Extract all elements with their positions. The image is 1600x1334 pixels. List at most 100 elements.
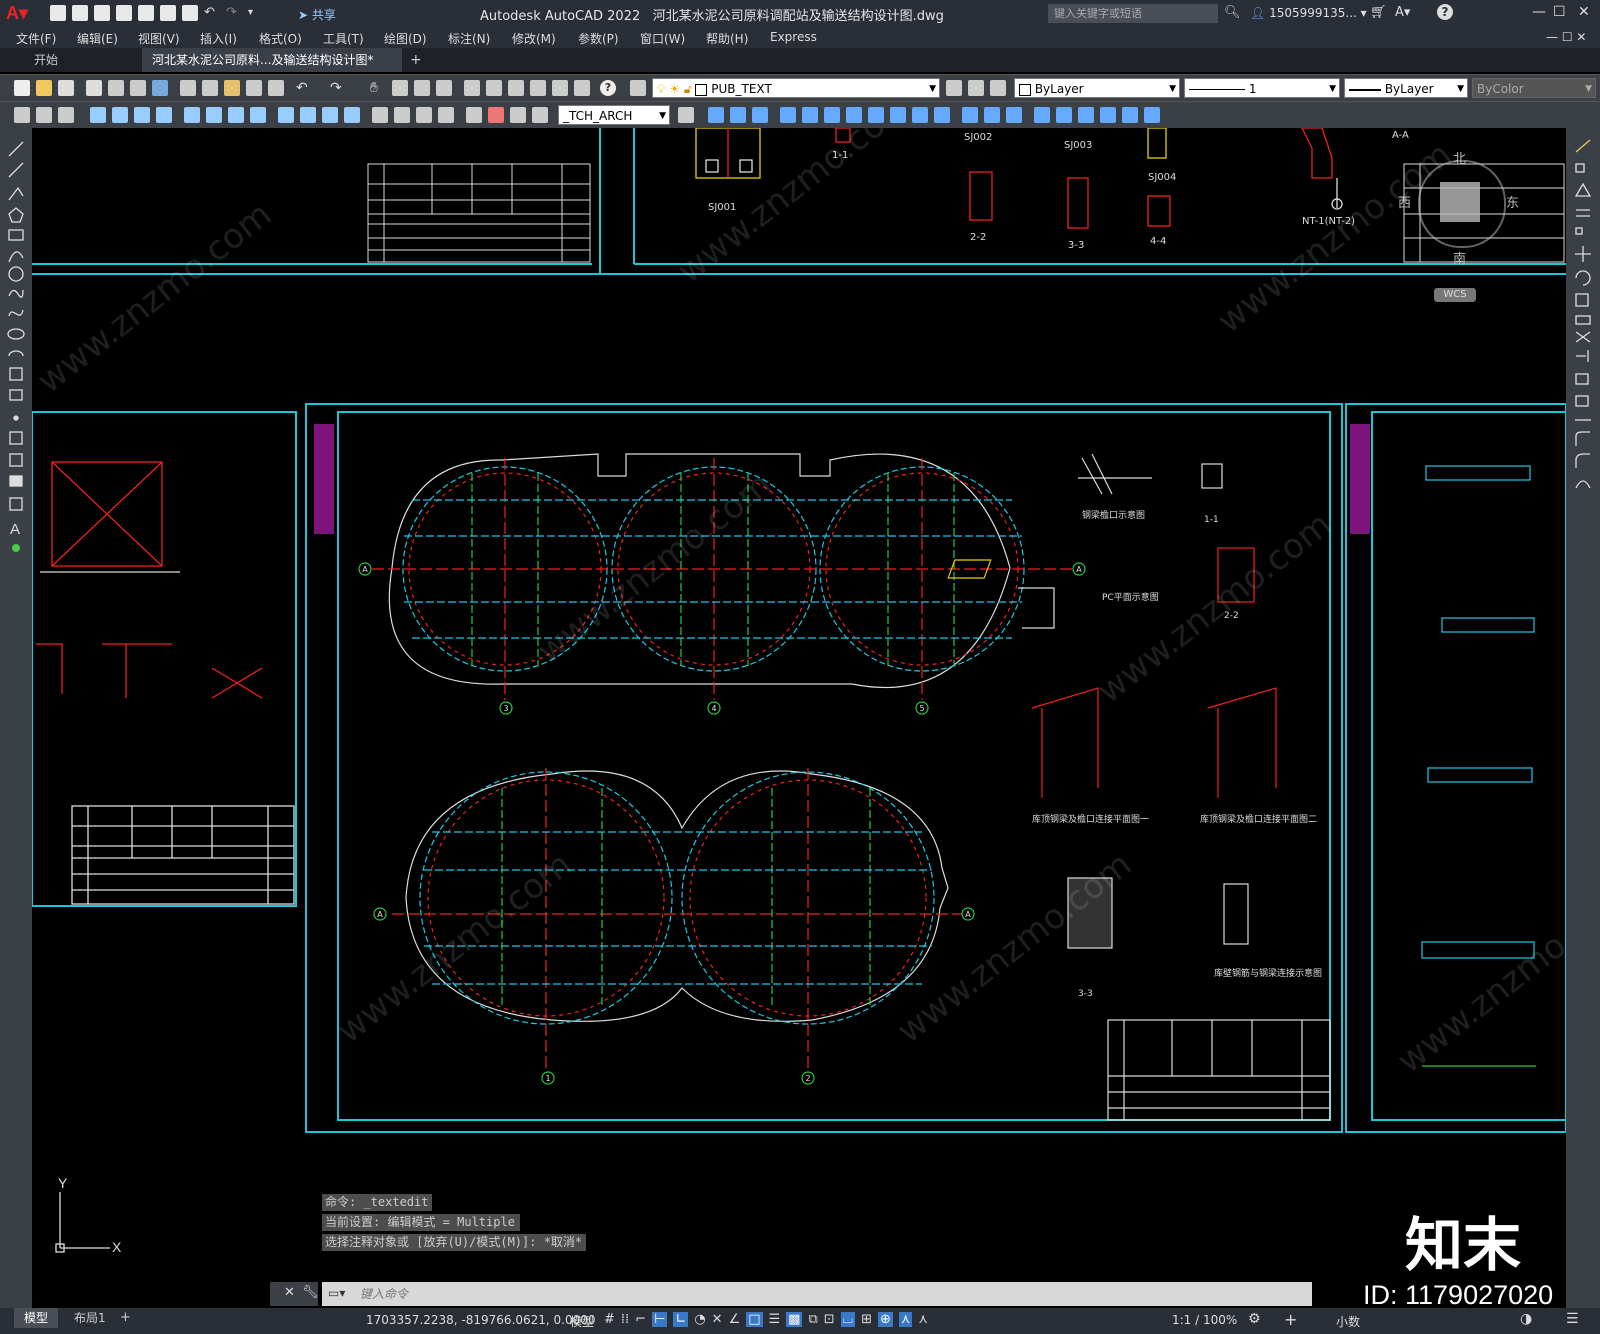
help-icon[interactable]: ? (1437, 4, 1453, 20)
extend-icon[interactable] (1576, 350, 1589, 362)
gizmo-icon[interactable]: ⊕ (877, 1312, 893, 1327)
publish-icon[interactable] (130, 80, 146, 96)
erase-icon[interactable] (1575, 139, 1591, 153)
maximize-button[interactable]: ☐ (1553, 4, 1566, 20)
save-web-icon[interactable] (160, 5, 176, 21)
layer-previous-icon[interactable] (968, 80, 984, 96)
selection-filter-icon[interactable]: ⊞ (861, 1312, 872, 1327)
tab-start[interactable]: 开始 (24, 48, 68, 72)
gradient-icon[interactable] (9, 453, 23, 467)
view-back-icon[interactable] (802, 107, 818, 123)
cut-icon[interactable] (180, 80, 196, 96)
text-style-icon[interactable] (532, 107, 548, 123)
selection-cycling-icon[interactable]: ⧉ (808, 1312, 817, 1327)
linetype-combo[interactable]: 1 ▼ (1184, 78, 1340, 98)
infer-constraints-icon[interactable]: ⌐ (635, 1312, 646, 1327)
menu-draw[interactable]: 绘图(D) (384, 30, 427, 47)
object-snap-tracking-icon[interactable]: ∠ (729, 1312, 741, 1327)
grid-icon[interactable]: # (604, 1312, 615, 1327)
design-center-icon[interactable] (486, 80, 502, 96)
minimize-button[interactable]: — (1532, 4, 1546, 20)
chamfer-icon[interactable] (1575, 431, 1590, 446)
mtext-icon[interactable] (510, 107, 526, 123)
dim-break-icon[interactable] (300, 107, 316, 123)
customize-status-icon[interactable]: ☰ (1566, 1311, 1579, 1327)
color-combo[interactable]: ByLayer ▼ (1014, 78, 1180, 98)
menu-help[interactable]: 帮助(H) (706, 30, 748, 47)
new-tab-button[interactable]: + (400, 48, 432, 72)
viewcube-east[interactable]: 东 (1506, 192, 1519, 211)
plot-icon-2[interactable] (86, 80, 102, 96)
save-icon-2[interactable] (58, 80, 74, 96)
copy-icon[interactable] (202, 80, 218, 96)
units-selector[interactable]: 小数 (1336, 1313, 1360, 1330)
dim-edit-icon[interactable] (416, 107, 432, 123)
ortho-icon[interactable]: ∟ (673, 1312, 689, 1327)
menu-express[interactable]: Express (770, 30, 817, 44)
workspace-gear-icon[interactable]: ⚙︎ (1248, 1311, 1261, 1327)
menu-window[interactable]: 窗口(W) (640, 30, 685, 47)
menu-view[interactable]: 视图(V) (138, 30, 180, 47)
customize-qat-icon[interactable]: ▾ (248, 5, 264, 21)
dim-arc-icon[interactable] (58, 107, 74, 123)
share-button[interactable]: ➤ 共享 (298, 6, 336, 23)
make-block-icon[interactable] (9, 389, 23, 401)
view-front-icon[interactable] (708, 107, 724, 123)
save-icon[interactable] (94, 5, 110, 21)
menu-edit[interactable]: 编辑(E) (77, 30, 118, 47)
table-icon[interactable] (9, 497, 23, 511)
rectangle-icon[interactable] (8, 229, 24, 241)
revision-cloud-icon[interactable] (8, 289, 24, 298)
undo-icon-2[interactable]: ↶ (296, 80, 312, 96)
drawing-canvas[interactable]: SJ001 1-1 SJ002 SJ003 SJ004 2-2 3-3 4-4 … (32, 128, 1566, 1308)
rotate-icon[interactable] (1575, 270, 1591, 286)
insert-block-icon[interactable] (9, 367, 23, 381)
properties-icon[interactable] (464, 80, 480, 96)
autocad-app-icon[interactable]: A▾ (6, 3, 28, 23)
wcs-menu[interactable]: WCS (1434, 288, 1476, 302)
menu-format[interactable]: 格式(O) (259, 30, 302, 47)
center-mark-icon[interactable] (344, 107, 360, 123)
point-icon[interactable] (13, 415, 19, 421)
qnew-icon[interactable] (14, 80, 30, 96)
menu-dimension[interactable]: 标注(N) (448, 30, 490, 47)
polyline-icon[interactable] (8, 186, 24, 201)
jogged-linear-icon[interactable] (394, 107, 410, 123)
text-style-combo[interactable]: _TCH_ARCH ▼ (558, 105, 670, 125)
text-edit-icon[interactable] (678, 107, 694, 123)
block-editor-icon[interactable] (268, 80, 284, 96)
add-layout-button[interactable]: + (120, 1308, 131, 1328)
tab-layout1[interactable]: 布局1 (66, 1308, 114, 1328)
dim-aligned-icon[interactable] (36, 107, 52, 123)
ucs-face-icon[interactable] (1100, 107, 1116, 123)
mirror-icon[interactable] (1574, 182, 1592, 197)
paste-icon[interactable] (224, 80, 240, 96)
offset-icon[interactable] (1576, 209, 1590, 217)
ucs-world-icon[interactable] (1056, 107, 1072, 123)
dim-baseline-icon[interactable] (228, 107, 244, 123)
cart-icon[interactable]: 🛒︎ (1370, 5, 1387, 20)
free-orbit-icon[interactable] (934, 107, 950, 123)
polygon-icon[interactable] (8, 207, 24, 223)
blend-icon[interactable] (1575, 480, 1591, 489)
redo-icon[interactable]: ↷ (226, 5, 242, 21)
dim-space-icon[interactable] (278, 107, 294, 123)
plot-preview-icon[interactable] (108, 80, 124, 96)
annotation-monitor-icon[interactable]: + (1284, 1310, 1297, 1329)
ucs-previous-icon[interactable] (1078, 107, 1094, 123)
arc-icon[interactable] (8, 251, 24, 263)
dim-ordinate-icon[interactable] (90, 107, 106, 123)
open-web-icon[interactable] (138, 5, 154, 21)
isolate-objects-icon[interactable]: ◑ (1520, 1311, 1532, 1327)
copy-object-icon[interactable] (1575, 163, 1585, 173)
tab-drawing[interactable]: 河北某水泥公司原料...及输送结构设计图* ✕ (142, 48, 402, 91)
zoom-window-icon[interactable] (414, 80, 430, 96)
view-left-icon[interactable] (752, 107, 768, 123)
tab-model[interactable]: 模型 (14, 1308, 59, 1328)
tolerance-icon[interactable] (322, 107, 338, 123)
save-as-icon[interactable] (116, 5, 132, 21)
new-file-icon[interactable] (50, 5, 66, 21)
zoom-previous-icon[interactable] (436, 80, 452, 96)
ellipse-icon[interactable] (7, 328, 25, 340)
model-space-toggle[interactable]: 模型 (570, 1313, 594, 1330)
